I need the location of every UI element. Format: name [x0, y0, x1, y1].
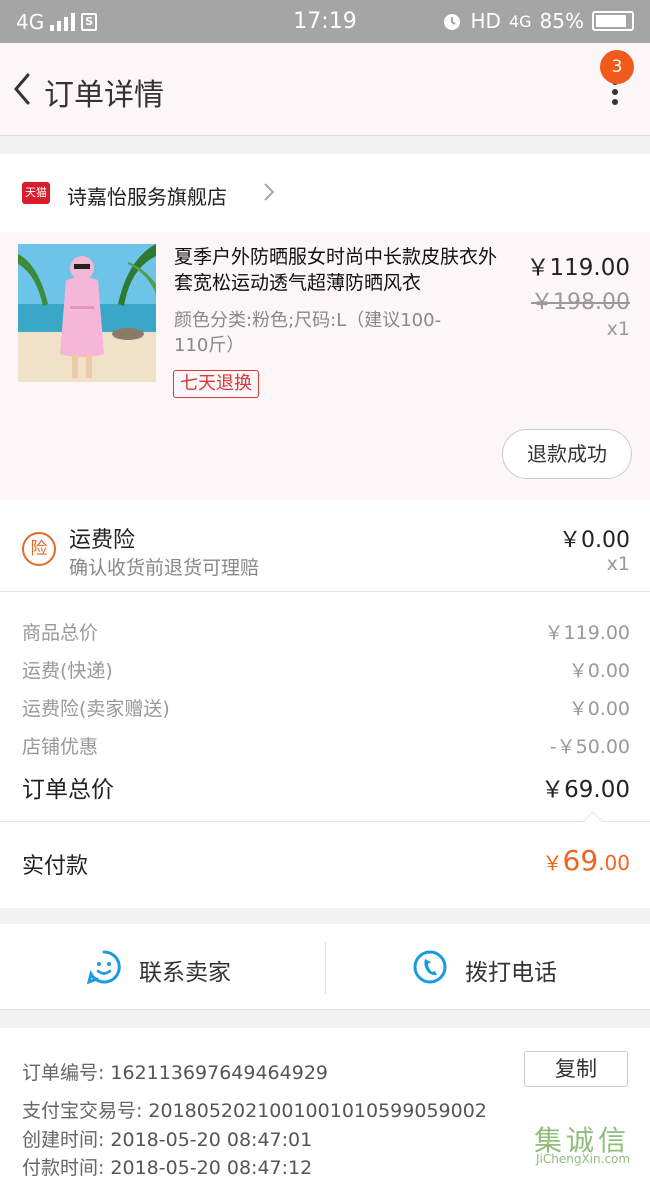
insurance-price: ￥0.00	[559, 528, 630, 553]
refund-status-button[interactable]: 退款成功	[502, 429, 632, 479]
watermark-logo: 集诚信 JiChengXin.com	[528, 1119, 646, 1166]
order-number: 162113697649464929	[110, 1062, 328, 1084]
product-price: ￥119.00	[526, 255, 630, 281]
created-time-row: 创建时间: 2018-05-20 08:47:01	[22, 1125, 312, 1152]
created-time-label: 创建时间:	[22, 1129, 105, 1151]
summary-label: 运费险(卖家赠送)	[22, 698, 170, 720]
contact-seller-button[interactable]: 联系卖家	[0, 924, 325, 1010]
page-title: 订单详情	[44, 78, 164, 113]
insurance-name: 运费险	[69, 528, 136, 553]
nav-bar: 订单详情 3	[0, 43, 650, 136]
battery-percent: 85%	[539, 9, 584, 33]
tmall-logo-icon: 天猫	[22, 182, 50, 204]
currency-symbol: ￥	[542, 851, 563, 875]
call-phone-label: 拨打电话	[465, 960, 557, 986]
chevron-right-icon	[264, 183, 275, 201]
alipay-number-row: 支付宝交易号: 2018052021001001010599059002	[22, 1096, 487, 1123]
product-quantity: x1	[606, 318, 630, 340]
summary-row: 运费(快递) ￥0.00	[22, 656, 630, 686]
store-row[interactable]: 天猫 诗嘉怡服务旗舰店	[0, 154, 650, 232]
summary-value: ￥119.00	[544, 622, 630, 644]
hd-label: HD	[470, 9, 501, 33]
paid-time-label: 付款时间:	[22, 1157, 105, 1177]
amount-integer: 69	[562, 844, 599, 877]
watermark-text-en: JiChengXin.com	[536, 1152, 631, 1166]
amount-decimal: .00	[598, 851, 630, 875]
paid-time-row: 付款时间: 2018-05-20 08:47:12	[22, 1153, 312, 1177]
contact-seller-label: 联系卖家	[139, 960, 231, 986]
summary-label: 商品总价	[22, 622, 99, 644]
product-sku: 颜色分类:粉色;尺码:L（建议100-110斤）	[174, 310, 442, 356]
return-policy-tag: 七天退换	[173, 370, 259, 398]
insurance-description: 确认收货前退货可理赔	[69, 557, 260, 579]
order-total-row: 订单总价 ￥69.00	[22, 770, 630, 803]
call-phone-button[interactable]: 拨打电话	[326, 924, 650, 1010]
summary-label: 运费(快递)	[22, 660, 113, 682]
chat-smile-icon	[86, 950, 121, 985]
product-title[interactable]: 夏季户外防晒服女时尚中长款皮肤衣外套宽松运动透气超薄防晒风衣	[174, 244, 504, 296]
alipay-number: 2018052021001001010599059002	[148, 1100, 487, 1122]
insurance-quantity: x1	[606, 553, 630, 575]
alipay-number-label: 支付宝交易号:	[22, 1100, 143, 1122]
product-item[interactable]: 夏季户外防晒服女时尚中长款皮肤衣外套宽松运动透气超薄防晒风衣 颜色分类:粉色;尺…	[0, 232, 650, 500]
created-time: 2018-05-20 08:47:01	[110, 1129, 313, 1151]
actual-payment-row: 实付款 ￥69.00	[0, 822, 650, 908]
store-name: 诗嘉怡服务旗舰店	[67, 185, 227, 209]
actual-payment-amount: ￥69.00	[543, 844, 630, 877]
back-arrow-icon[interactable]	[8, 69, 38, 109]
paid-time: 2018-05-20 08:47:12	[110, 1157, 313, 1177]
copy-button[interactable]: 复制	[524, 1051, 628, 1087]
product-original-price: ￥198.00	[531, 290, 630, 315]
battery-icon	[592, 11, 634, 31]
summary-row: 店铺优惠 -￥50.00	[22, 732, 630, 762]
status-bar: 4G S 17:19 HD 4G 85%	[0, 0, 650, 43]
order-total-label: 订单总价	[22, 777, 114, 803]
alarm-icon	[443, 14, 460, 30]
insurance-icon: 险	[22, 532, 56, 566]
order-number-row: 订单编号: 162113697649464929	[22, 1058, 328, 1085]
order-number-label: 订单编号:	[22, 1062, 105, 1084]
summary-value: ￥0.00	[568, 660, 630, 682]
actual-payment-label: 实付款	[22, 854, 89, 879]
phone-icon	[413, 950, 447, 984]
price-summary: 商品总价 ￥119.00 运费(快递) ￥0.00 运费险(卖家赠送) ￥0.0…	[0, 592, 650, 823]
summary-row: 运费险(卖家赠送) ￥0.00	[22, 694, 630, 724]
order-total-value: ￥69.00	[541, 777, 630, 803]
contact-actions: 联系卖家 拨打电话	[0, 924, 650, 1010]
notification-badge: 3	[600, 50, 634, 84]
summary-label: 店铺优惠	[22, 736, 99, 758]
network-right-label: 4G	[508, 11, 532, 31]
summary-row: 商品总价 ￥119.00	[22, 618, 630, 648]
product-image[interactable]	[18, 244, 156, 382]
summary-value: ￥0.00	[568, 698, 630, 720]
shipping-insurance-row: 险 运费险 确认收货前退货可理赔 ￥0.00 x1	[0, 500, 650, 592]
summary-value: -￥50.00	[549, 736, 630, 758]
